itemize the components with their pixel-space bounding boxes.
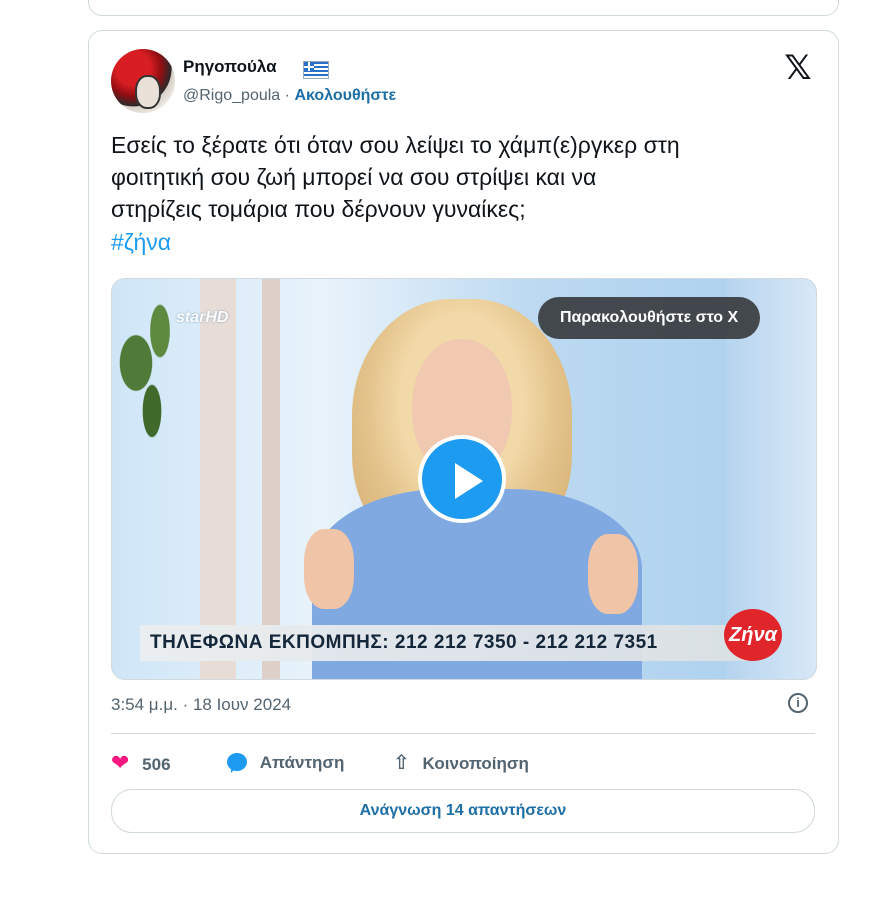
x-logo-icon[interactable]: 𝕏 [781,51,815,85]
channel-logo: starHD [176,309,229,326]
tweet-timestamp[interactable]: 3:54 μ.μ. · 18 Ιουν 2024 [111,695,291,715]
avatar-face [135,75,161,109]
divider [111,733,815,734]
author-avatar[interactable] [111,49,175,113]
share-icon: ⇧ [393,752,410,774]
share-label: Κοινοποίηση [422,754,529,773]
follow-link[interactable]: Ακολουθήστε [294,87,396,104]
tweet-text: Εσείς το ξέρατε ότι όταν σου λείψει το χ… [111,132,680,222]
read-replies-button[interactable]: Ανάγνωση 14 απαντήσεων [111,789,815,833]
watch-on-x-button[interactable]: Παρακολουθήστε στο X [538,297,761,339]
reply-label: Απάντηση [259,753,345,772]
previous-embed-card [88,0,839,16]
info-icon[interactable]: i [788,693,808,713]
author-name[interactable]: Ρηγοπούλα [183,57,277,77]
reply-button[interactable]: Απάντηση [227,749,344,777]
video-backdrop-panel [262,279,280,679]
video-presenter-hand [588,534,638,614]
heart-icon: ❤ [111,750,130,775]
share-button[interactable]: ⇧ Κοινοποίηση [393,749,529,777]
author-handle-row: @Rigo_poula · Ακολουθήστε [183,87,396,105]
handle-separator: · [284,87,290,104]
tweet-embed-card: Ρηγοπούλα @Rigo_poula · Ακολουθήστε 𝕏 Εσ… [88,30,839,854]
video-backdrop-panel [200,279,236,679]
greek-flag-icon [303,61,329,79]
like-count: 506 [142,755,171,774]
reply-bubble-icon [227,753,247,773]
like-button[interactable]: ❤ 506 [111,749,171,777]
show-logo: Ζήνα [724,609,782,661]
hashtag-link[interactable]: #ζήνα [111,229,171,256]
play-icon[interactable] [418,435,506,523]
video-ticker: ΤΗΛΕΦΩΝΑ ΕΚΠΟΜΠΗΣ: 212 212 7350 - 212 21… [140,625,750,661]
video-player[interactable]: starHD Παρακολουθήστε στο X ΤΗΛΕΦΩΝΑ ΕΚΠ… [111,278,817,680]
video-presenter-hand [304,529,354,609]
author-handle[interactable]: @Rigo_poula [183,87,280,104]
